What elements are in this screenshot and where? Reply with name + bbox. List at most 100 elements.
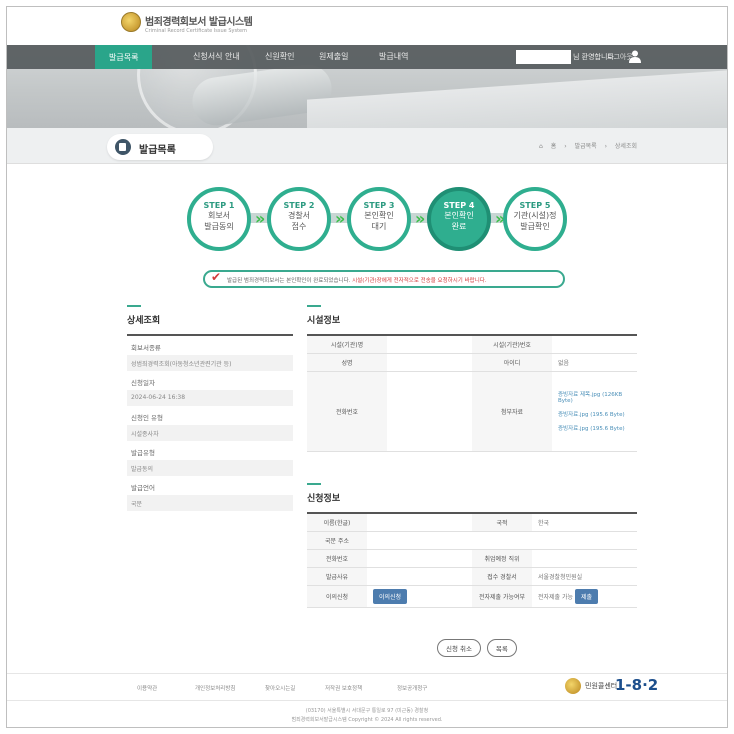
applicant-value: 서울경찰청민원실	[532, 567, 637, 586]
objection-button[interactable]: 이의신청	[373, 588, 408, 604]
section-accent	[307, 483, 321, 485]
step-4-desc-1: 본인확인	[444, 211, 474, 220]
step-5: STEP 5 기관(시설)정 발급확인	[503, 187, 567, 251]
step-4-current: STEP 4 본인확인 완료	[427, 187, 491, 251]
facility-table: 시설(기관)명 시설(기관)번호 성명 아이디 없음 전화번호 첨부자료 증빙자…	[307, 334, 637, 452]
detail-value-applicant-type: 시설종사자	[127, 425, 293, 441]
submit-button[interactable]: 제출	[574, 588, 598, 604]
table-row: 발급사유 접수 경찰서 서울경찰청민원실	[307, 567, 637, 586]
status-notice: ✔ 발급된 범죄경력회보서는 본인확인이 완료되었습니다. 시설(기관)장에게 …	[203, 270, 565, 288]
applicant-key: 전자제출 가능여부	[472, 585, 532, 608]
callcenter-logo: 민원콜센터 1-8·2	[565, 676, 659, 697]
applicant-value	[367, 513, 472, 532]
section-accent	[127, 305, 141, 307]
applicant-key: 전화번호	[307, 549, 367, 568]
detail-value-type: 성범죄경력조회(아동청소년관련기관 등)	[127, 355, 293, 371]
attachment-link[interactable]: 증빙자료.jpg (195.6 Byte)	[558, 410, 631, 418]
detail-panel: 회보서종류 성범죄경력조회(아동청소년관련기관 등) 신청일자 2024-06-…	[127, 334, 293, 511]
table-row: 시설(기관)명 시설(기관)번호	[307, 335, 637, 354]
home-icon[interactable]: ⌂	[539, 143, 543, 150]
list-button[interactable]: 목록	[486, 639, 517, 657]
footer-link-privacy[interactable]: 개인정보처리방침	[195, 684, 235, 692]
applicant-value: 한국	[532, 513, 637, 532]
step-1-desc-2: 발급동의	[204, 222, 234, 231]
site-title[interactable]: 범죄경력회보서 발급시스템	[145, 13, 253, 28]
step-2-desc-1: 경찰서	[287, 211, 311, 220]
detail-value-language: 국문	[127, 495, 293, 511]
detail-label-issue-type: 발급유형	[131, 449, 155, 457]
footer-link-disclosure[interactable]: 정보공개청구	[397, 684, 427, 692]
breadcrumb-home[interactable]: 홈	[551, 143, 557, 150]
attachment-link[interactable]: 증빙자료.jpg (195.6 Byte)	[558, 424, 631, 432]
facility-key: 전화번호	[307, 371, 387, 452]
facility-key: 아이디	[472, 353, 552, 372]
applicant-key: 접수 경찰서	[472, 567, 532, 586]
police-emblem-icon	[565, 678, 581, 694]
applicant-key: 이의신청	[307, 585, 367, 608]
facility-value	[387, 335, 472, 354]
attachment-list: 증빙자료 제목.jpg (126KB Byte) 증빙자료.jpg (195.6…	[552, 371, 637, 452]
check-icon: ✔	[211, 270, 222, 284]
nav-item-form-guide[interactable]: 신청서식 안내	[193, 51, 240, 62]
nav-item-identity[interactable]: 신원확인	[265, 51, 294, 62]
callcenter-number: 1-8·2	[615, 676, 659, 694]
table-row: 전화번호 취업예정 직위	[307, 549, 637, 568]
step-4-desc-2: 완료	[451, 222, 467, 231]
breadcrumb-detail: 상세조회	[614, 143, 637, 150]
nav-item-issue-list[interactable]: 발급목록	[95, 45, 153, 69]
page-title-bar: 발급목록 ⌂ 홈 › 발급목록 › 상세조회	[7, 128, 727, 164]
step-3-label: STEP 3	[363, 201, 395, 210]
main-nav: 발급목록 신청서식 안내 신원확인 원제출일 발급내역 님 환영합니다. 로그아…	[7, 45, 727, 69]
footer-link-location[interactable]: 찾아오시는길	[265, 684, 295, 692]
applicant-value: 전자제출 가능 제출	[532, 585, 637, 608]
applicant-key: 취업예정 직위	[472, 549, 532, 568]
step-arrow-icon: »	[415, 209, 426, 228]
applicant-key: 국적	[472, 513, 532, 532]
detail-value-issue-type: 발급동의	[127, 460, 293, 476]
detail-title: 상세조회	[127, 316, 161, 326]
notice-highlight: 시설(기관)장에게 전자적으로 전송을 요청하시기 바랍니다.	[352, 278, 487, 284]
applicant-key: 이름(한글)	[307, 513, 367, 532]
step-1-label: STEP 1	[203, 201, 235, 210]
footer-address: (03170) 서울특별시 서대문구 통일로 97 (미근동) 경찰청	[305, 708, 429, 714]
page-frame: 범죄경력회보서 발급시스템 Criminal Record Certificat…	[6, 6, 728, 728]
applicant-title: 신청정보	[307, 494, 341, 504]
detail-label-language: 발급언어	[131, 484, 155, 492]
facility-value: 없음	[552, 353, 637, 372]
notice-text: 발급된 범죄경력회보서는 본인확인이 완료되었습니다.	[227, 278, 351, 284]
banner-paper	[307, 70, 727, 128]
user-icon[interactable]	[629, 50, 641, 63]
footer-link-copyright[interactable]: 저작권 보호정책	[325, 684, 362, 692]
step-arrow-icon: »	[255, 209, 266, 228]
site-subtitle: Criminal Record Certificate Issue System	[145, 28, 247, 34]
step-5-desc-1: 기관(시설)정	[513, 211, 557, 220]
breadcrumb: ⌂ 홈 › 발급목록 › 상세조회	[539, 143, 637, 150]
step-4-label: STEP 4	[443, 201, 475, 210]
callcenter-label: 민원콜센터	[585, 682, 618, 690]
page-title-tab: 발급목록	[107, 134, 213, 160]
footer-link-terms[interactable]: 이용약관	[137, 684, 157, 692]
breadcrumb-issue-list[interactable]: 발급목록	[575, 143, 597, 150]
table-row: 성명 아이디 없음	[307, 353, 637, 372]
step-1: STEP 1 회보서 발급동의	[187, 187, 251, 251]
attachment-link[interactable]: 증빙자료 제목.jpg (126KB Byte)	[558, 390, 631, 404]
nav-item-history[interactable]: 발급내역	[379, 51, 408, 62]
facility-value	[552, 335, 637, 354]
table-row: 전화번호 첨부자료 증빙자료 제목.jpg (126KB Byte) 증빙자료.…	[307, 371, 637, 452]
document-icon	[115, 139, 131, 155]
section-accent	[307, 305, 321, 307]
applicant-table: 이름(한글) 국적 한국 국문 주소 전화번호 취업예정 직위 발급사유 접수 …	[307, 512, 637, 608]
e-submit-status: 전자제출 가능	[538, 593, 574, 601]
cancel-application-button[interactable]: 신청 취소	[437, 639, 481, 657]
header: 범죄경력회보서 발급시스템 Criminal Record Certificat…	[7, 7, 727, 49]
step-5-label: STEP 5	[519, 201, 551, 210]
nav-item-submission[interactable]: 원제출일	[319, 51, 348, 62]
table-row: 국문 주소	[307, 531, 637, 550]
detail-label-date: 신청일자	[131, 379, 155, 387]
username-redacted	[516, 50, 571, 64]
detail-label-type: 회보서종류	[131, 344, 161, 352]
facility-value	[387, 353, 472, 372]
applicant-key: 국문 주소	[307, 531, 367, 550]
facility-key: 시설(기관)번호	[472, 335, 552, 354]
footer-info: (03170) 서울특별시 서대문구 통일로 97 (미근동) 경찰청 범죄경력…	[7, 707, 727, 725]
